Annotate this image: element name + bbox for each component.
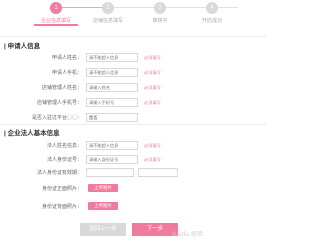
step-1-label: 企业信息填写 xyxy=(40,18,71,24)
required-hint: 必须填写 xyxy=(144,85,161,90)
required-hint: 必须填写 xyxy=(144,157,161,162)
manager-phone-label: 店铺管理人手机号： xyxy=(36,100,82,106)
id-back-row: 身份证背面照片： 上传图片 xyxy=(0,202,266,212)
section-divider xyxy=(0,36,266,37)
previous-platform-row: 是否入驻过平台◯◯： xyxy=(0,113,266,123)
company-section-title: | 企业法人基本信息 xyxy=(4,130,60,137)
active-step-underline xyxy=(34,24,78,26)
required-hint: 必须填写 xyxy=(144,100,161,105)
id-validity-row: 法人身份证有效期： xyxy=(0,168,266,178)
legal-id-row: 法人身份证号： 必须填写 xyxy=(0,155,266,165)
id-front-label: 身份证正面照片： xyxy=(41,186,82,192)
step-2-label: 店铺信息填写 xyxy=(92,18,123,24)
previous-step-button[interactable]: 返回上一步 xyxy=(80,223,126,236)
step-1[interactable]: 1 企业信息填写 xyxy=(31,2,81,24)
previous-platform-select[interactable] xyxy=(86,113,138,122)
id-validity-end-input[interactable] xyxy=(138,168,178,177)
manager-name-input[interactable] xyxy=(86,83,138,92)
required-hint: 必须填写 xyxy=(144,55,161,60)
applicant-phone-input[interactable] xyxy=(86,68,138,77)
upload-id-front-button[interactable]: 上传图片 xyxy=(88,184,118,192)
legal-name-input[interactable] xyxy=(86,141,138,150)
watermark-text: Baidu 经验 xyxy=(172,231,203,238)
applicant-name-input[interactable] xyxy=(86,53,138,62)
manager-name-label: 店铺管理人姓名： xyxy=(41,85,82,91)
applicant-phone-row: 申请人手机： 必须填写 xyxy=(0,68,266,78)
step-2[interactable]: 2 店铺信息填写 xyxy=(83,2,133,24)
manager-name-row: 店铺管理人姓名： 必须填写 xyxy=(0,83,266,93)
section-divider xyxy=(0,124,266,125)
id-validity-label: 法人身份证有效期： xyxy=(36,170,82,176)
id-validity-start-input[interactable] xyxy=(86,168,134,177)
step-3-dot: 3 xyxy=(154,2,166,14)
legal-name-row: 法人姓名信息： 必须填写 xyxy=(0,141,266,151)
applicant-phone-label: 申请人手机： xyxy=(51,70,82,76)
legal-name-label: 法人姓名信息： xyxy=(46,143,82,149)
step-4-label: 开店成功 xyxy=(201,18,222,24)
applicant-section-title: | 申请人信息 xyxy=(4,43,41,50)
progress-stepper: 1 企业信息填写 2 店铺信息填写 3 审核中 4 开店成功 xyxy=(0,0,266,26)
legal-id-input[interactable] xyxy=(86,155,138,164)
registration-page: 1 企业信息填写 2 店铺信息填写 3 审核中 4 开店成功 | 申请人信息 申… xyxy=(0,0,266,245)
legal-id-label: 法人身份证号： xyxy=(46,157,82,163)
step-2-dot: 2 xyxy=(102,2,114,14)
step-4[interactable]: 4 开店成功 xyxy=(187,2,237,24)
step-3[interactable]: 3 审核中 xyxy=(135,2,185,24)
applicant-name-label: 申请人姓名： xyxy=(51,55,82,61)
required-hint: 必须填写 xyxy=(144,143,161,148)
step-4-dot: 4 xyxy=(206,2,218,14)
manager-phone-row: 店铺管理人手机号： 必须填写 xyxy=(0,98,266,108)
manager-phone-input[interactable] xyxy=(86,98,138,107)
applicant-name-row: 申请人姓名： 必须填写 xyxy=(0,53,266,63)
step-3-label: 审核中 xyxy=(152,18,168,24)
required-hint: 必须填写 xyxy=(144,70,161,75)
previous-platform-label: 是否入驻过平台◯◯： xyxy=(31,115,82,121)
upload-id-back-button[interactable]: 上传图片 xyxy=(88,202,118,210)
id-front-row: 身份证正面照片： 上传图片 xyxy=(0,184,266,194)
id-back-label: 身份证背面照片： xyxy=(41,204,82,210)
step-1-dot: 1 xyxy=(50,2,62,14)
